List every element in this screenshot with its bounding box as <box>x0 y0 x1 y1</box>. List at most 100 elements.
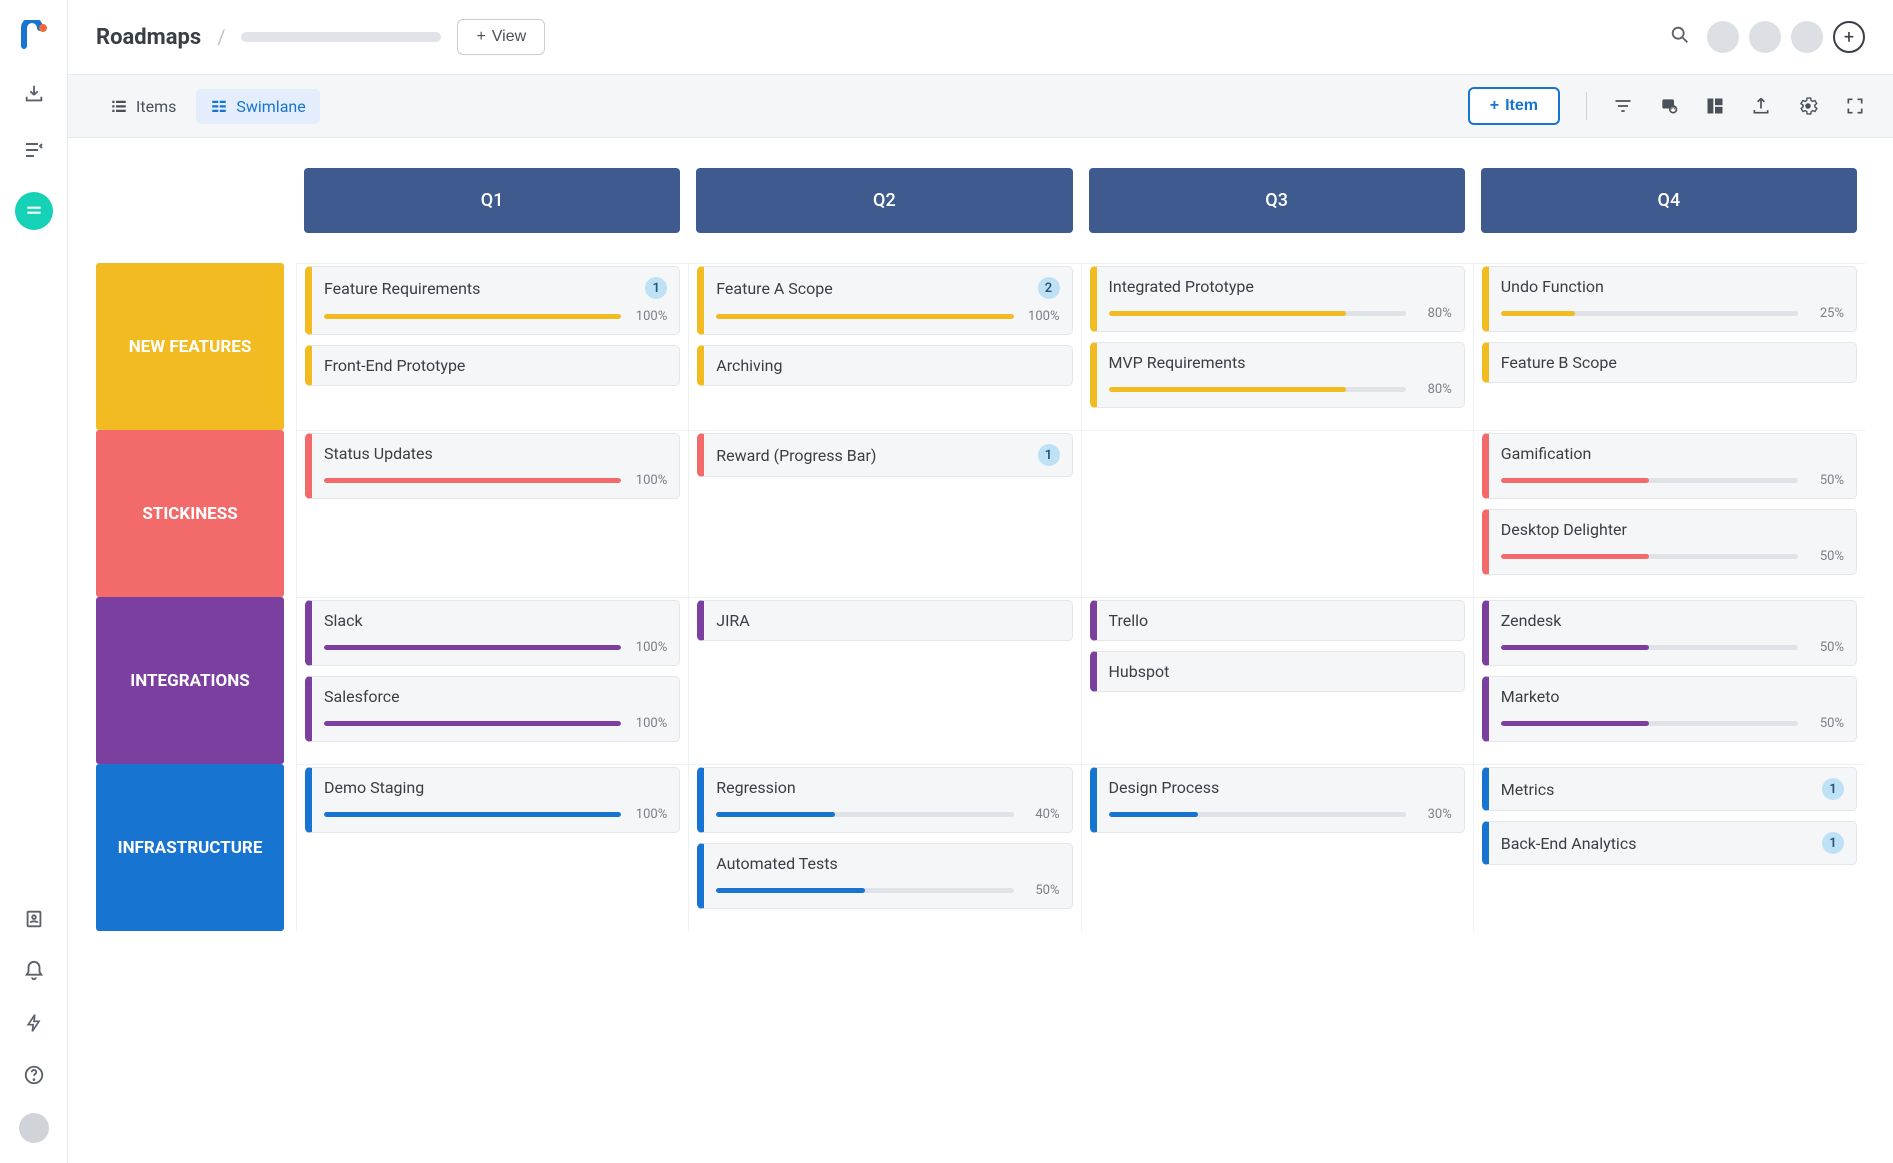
add-item-button[interactable]: + Item <box>1468 87 1560 125</box>
toolbar-separator <box>1586 92 1587 120</box>
card-progress-percent: 25% <box>1808 306 1844 321</box>
card-title: Zendesk <box>1501 611 1562 630</box>
settings-icon[interactable] <box>1797 95 1819 117</box>
add-view-button[interactable]: + View <box>457 19 545 55</box>
link-icon[interactable] <box>1659 96 1679 116</box>
roadmap-card[interactable]: Front-End Prototype <box>305 345 680 386</box>
card-title: Back-End Analytics <box>1501 834 1637 853</box>
card-progress-percent: 100% <box>631 309 667 324</box>
swimlane-board: Q1Q2 Q3Q4 NEW FEATURES Feature Requirements… <box>68 138 1893 1163</box>
roadmap-card[interactable]: Slack100% <box>305 600 680 666</box>
card-badge: 1 <box>1038 444 1060 466</box>
roadmap-card[interactable]: Feature B Scope <box>1482 342 1857 383</box>
roadmap-card[interactable]: Status Updates100% <box>305 433 680 499</box>
card-title: Salesforce <box>324 687 400 706</box>
roadmap-card[interactable]: Reward (Progress Bar) 1 <box>697 433 1072 477</box>
card-title: Reward (Progress Bar) <box>716 446 876 465</box>
roadmap-card[interactable]: Metrics1 <box>1482 767 1857 811</box>
lane-label: NEW FEATURES <box>96 263 284 430</box>
card-progress-percent: 100% <box>1024 309 1060 324</box>
roadmap-card[interactable]: Zendesk 50% <box>1482 600 1857 666</box>
card-progress-percent: 50% <box>1808 549 1844 564</box>
search-icon[interactable] <box>1663 18 1697 56</box>
card-title: Integrated Prototype <box>1109 277 1254 296</box>
card-progress-percent: 30% <box>1416 807 1452 822</box>
tab-items-label: Items <box>136 97 176 116</box>
card-progress-percent: 50% <box>1024 883 1060 898</box>
bolt-icon[interactable] <box>20 1009 48 1037</box>
member-avatar-1[interactable] <box>1707 21 1739 53</box>
column-header-q4: Q4 <box>1481 168 1857 233</box>
roadmap-card[interactable]: MVP Requirements 80% <box>1090 342 1465 408</box>
card-title: Hubspot <box>1109 662 1170 681</box>
lane-cell: Demo Staging100% <box>296 764 688 931</box>
roadmap-card[interactable]: Trello <box>1090 600 1465 641</box>
lane-cell: Status Updates100% <box>296 430 688 597</box>
card-progress-percent: 50% <box>1808 473 1844 488</box>
roadmap-card[interactable]: Salesforce100% <box>305 676 680 742</box>
add-member-button[interactable]: + <box>1833 21 1865 53</box>
lane-cell: Regression 40% Automated Tests 50% <box>688 764 1080 931</box>
card-progress-percent: 40% <box>1024 807 1060 822</box>
card-title: Front-End Prototype <box>324 356 465 375</box>
roadmap-card[interactable]: Desktop Delighter50% <box>1482 509 1857 575</box>
column-header-q3: Q3 <box>1089 168 1465 233</box>
roadmap-card[interactable]: Automated Tests 50% <box>697 843 1072 909</box>
card-title: Archiving <box>716 356 782 375</box>
card-title: Feature B Scope <box>1501 353 1617 372</box>
roadmap-card[interactable]: Integrated Prototype80% <box>1090 266 1465 332</box>
roadmap-card[interactable]: Feature A Scope 2 100% <box>697 266 1072 335</box>
breadcrumb-placeholder <box>241 32 441 42</box>
card-badge: 2 <box>1038 277 1060 299</box>
tab-swimlane[interactable]: Swimlane <box>196 89 319 124</box>
card-title: Feature Requirements <box>324 279 480 298</box>
roadmap-card[interactable]: Feature Requirements1100% <box>305 266 680 335</box>
help-icon[interactable] <box>20 1061 48 1089</box>
member-avatar-2[interactable] <box>1749 21 1781 53</box>
lane-label: INTEGRATIONS <box>96 597 284 764</box>
roadmap-card[interactable]: Hubspot <box>1090 651 1465 692</box>
card-title: Automated Tests <box>716 854 838 873</box>
card-progress-percent: 80% <box>1416 382 1452 397</box>
contacts-icon[interactable] <box>20 905 48 933</box>
roadmap-card[interactable]: Marketo50% <box>1482 676 1857 742</box>
layout-icon[interactable] <box>1705 96 1725 116</box>
column-header-q1: Q1 <box>304 168 680 233</box>
list-icon[interactable] <box>20 136 48 164</box>
card-title: Metrics <box>1501 780 1555 799</box>
card-title: Regression <box>716 778 795 797</box>
add-view-label: View <box>492 28 526 46</box>
card-badge: 1 <box>1822 832 1844 854</box>
swimlane-nav-icon[interactable] <box>15 192 53 230</box>
left-nav-rail <box>0 0 68 1163</box>
user-avatar-rail[interactable] <box>19 1113 49 1143</box>
roadmap-card[interactable]: Back-End Analytics 1 <box>1482 821 1857 865</box>
member-avatar-3[interactable] <box>1791 21 1823 53</box>
card-progress-percent: 50% <box>1808 640 1844 655</box>
roadmap-card[interactable]: JIRA <box>697 600 1072 641</box>
filter-icon[interactable] <box>1613 96 1633 116</box>
roadmap-card[interactable]: Regression 40% <box>697 767 1072 833</box>
column-header-q2: Q2 <box>696 168 1072 233</box>
card-title: Feature A Scope <box>716 279 833 298</box>
app-logo[interactable] <box>18 20 50 52</box>
fullscreen-icon[interactable] <box>1845 96 1865 116</box>
card-title: Gamification <box>1501 444 1592 463</box>
roadmap-card[interactable]: Gamification 50% <box>1482 433 1857 499</box>
plus-icon: + <box>1490 97 1499 115</box>
plus-icon: + <box>476 28 485 46</box>
lane-label: STICKINESS <box>96 430 284 597</box>
card-progress-percent: 100% <box>631 807 667 822</box>
export-icon[interactable] <box>1751 96 1771 116</box>
lane-cell: Design Process30% <box>1081 764 1473 931</box>
tab-items[interactable]: Items <box>96 89 190 124</box>
lane-cell: JIRA <box>688 597 1080 764</box>
roadmap-card[interactable]: Design Process30% <box>1090 767 1465 833</box>
inbox-icon[interactable] <box>20 80 48 108</box>
roadmap-card[interactable]: Demo Staging100% <box>305 767 680 833</box>
notifications-icon[interactable] <box>20 957 48 985</box>
roadmap-card[interactable]: Archiving <box>697 345 1072 386</box>
lane-cell: Integrated Prototype80% MVP Requirements 8… <box>1081 263 1473 430</box>
card-title: MVP Requirements <box>1109 353 1246 372</box>
roadmap-card[interactable]: Undo Function25% <box>1482 266 1857 332</box>
